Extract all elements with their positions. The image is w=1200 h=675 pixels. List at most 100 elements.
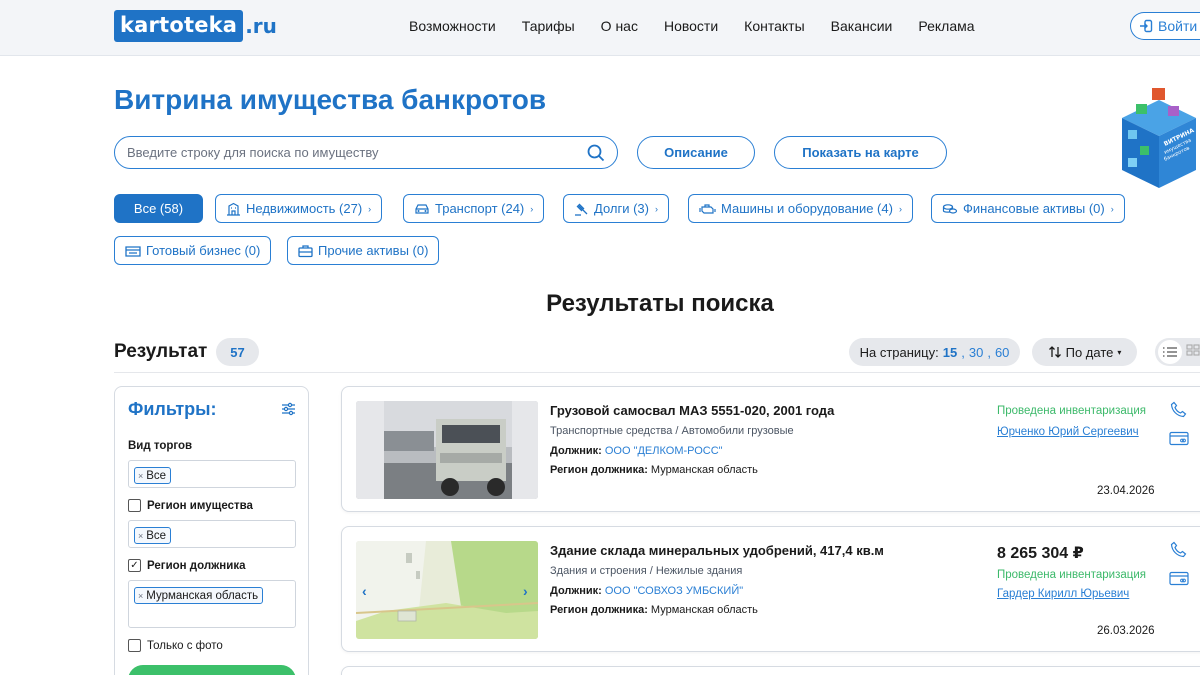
phone-icon[interactable]: [1170, 541, 1187, 558]
debtor-link[interactable]: ООО "ДЕЛКОМ-РОСС": [605, 445, 723, 457]
region-property-select[interactable]: × Все: [128, 520, 296, 548]
listing-photo-carousel[interactable]: ‹ ›: [356, 541, 538, 639]
sort-icon: [1048, 346, 1061, 358]
result-label: Результат: [114, 341, 208, 362]
listing-card[interactable]: Грузовой самосвал МАЗ 5551-020, 2001 год…: [341, 386, 1200, 512]
login-icon: [1140, 19, 1153, 33]
auction-type-label: Вид торгов: [128, 440, 193, 452]
per-page-option-30[interactable]: 30: [969, 345, 983, 360]
listing-date: 23.04.2026: [1097, 485, 1155, 497]
nav-item-vacancies[interactable]: Вакансии: [831, 18, 893, 34]
site-logo[interactable]: kartoteka .ru: [114, 8, 277, 44]
selected-tag: × Мурманская область: [134, 587, 264, 604]
nav-item-contacts[interactable]: Контакты: [744, 18, 804, 34]
category-all[interactable]: Все (58): [114, 194, 203, 223]
nav-item-ads[interactable]: Реклама: [918, 18, 974, 34]
region-label: Регион должника:: [550, 604, 648, 616]
inventory-status: Проведена инвентаризация: [997, 569, 1146, 581]
list-view-button[interactable]: [1158, 340, 1182, 364]
search-input[interactable]: [127, 145, 587, 160]
view-toggle: [1155, 338, 1200, 366]
auction-type-select[interactable]: × Все: [128, 460, 296, 488]
listing-card[interactable]: ‹ › Здание склада минеральных удобрений,…: [341, 526, 1200, 652]
per-page-option-60[interactable]: 60: [995, 345, 1009, 360]
phone-icon[interactable]: [1170, 401, 1187, 418]
tag-label: Все: [146, 469, 167, 482]
category-other[interactable]: Прочие активы (0): [287, 236, 440, 265]
debtor-link[interactable]: ООО "СОВХОЗ УМБСКИЙ": [605, 585, 743, 597]
listing-title[interactable]: Здание склада минеральных удобрений, 417…: [550, 543, 884, 558]
aerial-photo: [356, 541, 538, 639]
results-heading: Результаты поиска: [546, 290, 774, 317]
login-label: Войти: [1158, 18, 1198, 34]
grid-view-button[interactable]: [1186, 343, 1200, 361]
category-financial[interactable]: Финансовые активы (0) ›: [931, 194, 1125, 223]
carousel-next-icon[interactable]: ›: [523, 583, 528, 599]
bank-card-icon[interactable]: [1169, 571, 1189, 586]
photo-only-label: Только с фото: [147, 639, 223, 652]
remove-tag-icon[interactable]: ×: [138, 471, 143, 481]
filters-title: Фильтры:: [128, 399, 217, 419]
engine-icon: [699, 203, 716, 214]
sort-button[interactable]: По дате ▾: [1032, 338, 1137, 366]
tag-label: Мурманская область: [146, 589, 259, 602]
apply-filters-button[interactable]: Показать лоты: [128, 665, 296, 675]
category-all-label: Все (58): [133, 201, 184, 216]
checkbox-box[interactable]: [128, 639, 141, 652]
region-debtor-checkbox[interactable]: ✓ Регион должника: [128, 559, 245, 572]
listing-card[interactable]: [341, 666, 1200, 675]
per-page-selector: На страницу: 15, 30, 60: [849, 338, 1020, 366]
nav-item-news[interactable]: Новости: [664, 18, 718, 34]
chevron-right-icon: ›: [1110, 203, 1114, 214]
selected-tag: × Все: [134, 527, 172, 544]
debtor-label: Должник:: [550, 445, 602, 457]
region-label: Регион должника:: [550, 464, 648, 476]
gavel-icon: [575, 203, 588, 216]
nav-item-features[interactable]: Возможности: [409, 18, 496, 34]
logo-tld: .ru: [245, 14, 277, 38]
manager-link[interactable]: Гардер Кирилл Юрьевич: [997, 588, 1129, 600]
listing-title[interactable]: Грузовой самосвал МАЗ 5551-020, 2001 год…: [550, 403, 834, 418]
per-page-option-15[interactable]: 15: [943, 345, 957, 360]
selected-tag: × Все: [134, 467, 172, 484]
remove-tag-icon[interactable]: ×: [138, 531, 143, 541]
filter-settings-icon[interactable]: [281, 402, 296, 416]
car-icon: [415, 203, 429, 214]
listing-price: 8 265 304 ₽: [997, 545, 1084, 562]
nav-item-about[interactable]: О нас: [601, 18, 638, 34]
coins-icon: [942, 203, 958, 214]
search-icon[interactable]: [587, 144, 605, 162]
grid-icon: [1186, 344, 1200, 356]
carousel-prev-icon[interactable]: ‹: [362, 583, 367, 599]
divider: [114, 372, 1200, 373]
checkbox-box-checked[interactable]: ✓: [128, 559, 141, 572]
listing-photo[interactable]: [356, 401, 538, 499]
listing-region: Регион должника: Мурманская область: [550, 604, 758, 616]
show-on-map-button[interactable]: Показать на карте: [774, 136, 947, 169]
category-financial-label: Финансовые активы (0): [963, 201, 1105, 216]
showcase-cube-logo: ВИТРИНА имущества банкротов: [1122, 88, 1196, 188]
region-property-checkbox[interactable]: Регион имущества: [128, 499, 253, 512]
region-debtor-label: Регион должника: [147, 559, 246, 572]
chevron-right-icon: ›: [530, 203, 534, 214]
list-icon: [1163, 347, 1177, 357]
region-value: Мурманская область: [650, 604, 758, 616]
sort-label: По дате: [1065, 344, 1114, 360]
photo-only-checkbox[interactable]: Только с фото: [128, 639, 223, 652]
category-business[interactable]: Готовый бизнес (0): [114, 236, 272, 265]
category-transport[interactable]: Транспорт (24) ›: [403, 194, 545, 223]
nav-item-pricing[interactable]: Тарифы: [522, 18, 575, 34]
debtor-label: Должник:: [550, 585, 602, 597]
category-business-label: Готовый бизнес (0): [146, 243, 261, 258]
category-machinery[interactable]: Машины и оборудование (4) ›: [688, 194, 913, 223]
category-debts[interactable]: Долги (3) ›: [563, 194, 669, 223]
tag-label: Все: [146, 529, 167, 542]
description-button[interactable]: Описание: [637, 136, 755, 169]
category-real-estate[interactable]: Недвижимость (27) ›: [215, 194, 383, 223]
region-debtor-select[interactable]: × Мурманская область: [128, 580, 296, 628]
bank-card-icon[interactable]: [1169, 431, 1189, 446]
manager-link[interactable]: Юрченко Юрий Сергеевич: [997, 426, 1139, 438]
checkbox-box[interactable]: [128, 499, 141, 512]
remove-tag-icon[interactable]: ×: [138, 591, 143, 601]
login-button[interactable]: Войти: [1130, 12, 1200, 40]
